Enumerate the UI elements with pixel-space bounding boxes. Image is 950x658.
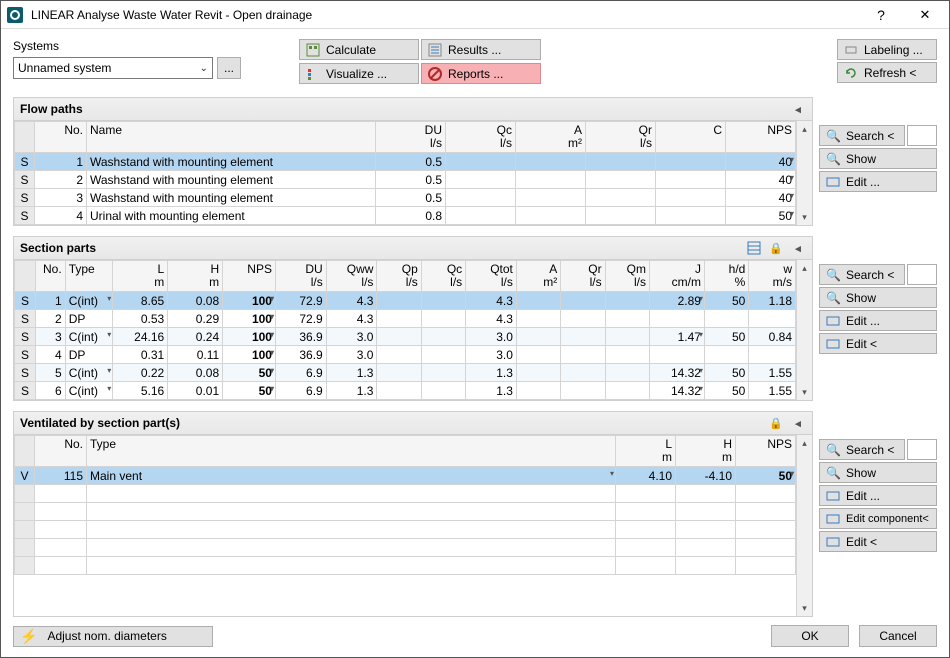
table-row[interactable]: V115Main vent4.10-4.1050 [15,467,796,485]
fp-show-button[interactable]: 🔍Show [819,148,937,169]
table-row[interactable]: S2Washstand with mounting element0.540 [15,171,796,189]
adjust-diameters-button[interactable]: ⚡ Adjust nom. diameters [13,626,213,647]
vt-search-button[interactable]: 🔍Search < [819,439,905,460]
sp-edit2-button[interactable]: Edit < [819,333,937,354]
edit-icon [826,489,840,503]
systems-label: Systems [13,39,241,53]
table-row[interactable]: S1C(int)8.650.0810072.94.34.32.89501.18 [15,292,796,310]
edit-icon [826,535,840,549]
vt-show-button[interactable]: 🔍Show [819,462,937,483]
sp-search-input[interactable] [907,264,937,285]
refresh-button[interactable]: Refresh < [837,62,937,83]
lock-icon[interactable]: 🔒 [768,415,784,431]
vt-search-input[interactable] [907,439,937,460]
calculate-icon [306,43,320,57]
flowpaths-scrollbar[interactable]: ▴▾ [796,121,812,225]
sp-show-button[interactable]: 🔍Show [819,287,937,308]
chevron-down-icon: ⌄ [200,63,208,74]
reports-icon [428,67,442,81]
labeling-icon [844,43,858,57]
sectionparts-header[interactable]: Section parts 🔒 ◂ [13,236,813,260]
fp-search-button[interactable]: 🔍Search < [819,125,905,146]
fp-search-input[interactable] [907,125,937,146]
results-button[interactable]: Results ... [421,39,541,60]
sectionparts-scrollbar[interactable]: ▴▾ [796,260,812,400]
ok-button[interactable]: OK [771,625,849,647]
titlebar: LINEAR Analyse Waste Water Revit - Open … [1,1,949,29]
cancel-button[interactable]: Cancel [859,625,937,647]
edit-icon [826,314,840,328]
collapse-icon[interactable]: ◂ [790,101,806,117]
calculate-button[interactable]: Calculate [299,39,419,60]
search-icon: 🔍 [826,268,840,282]
flowpaths-table[interactable]: No. Name DUl/s Qcl/s Am² Qrl/s C NPS S1W… [14,121,796,225]
sectionparts-table[interactable]: No. Type Lm Hm NPS DUl/s Qwwl/s Qpl/s Qc… [14,260,796,400]
systems-selected: Unnamed system [18,61,111,75]
grid-options-icon[interactable] [746,240,762,256]
table-row[interactable] [15,485,796,503]
magnifier-icon: 🔍 [826,291,840,305]
results-icon [428,43,442,57]
edit-icon [826,337,840,351]
table-row[interactable]: S6C(int)5.160.01506.91.31.314.32501.55 [15,382,796,400]
close-button[interactable]: ✕ [903,1,947,29]
search-icon: 🔍 [826,129,840,143]
lock-icon[interactable]: 🔒 [768,240,784,256]
table-row[interactable] [15,521,796,539]
edit-icon [826,175,840,189]
search-icon: 🔍 [826,443,840,457]
systems-combo[interactable]: Unnamed system ⌄ [13,57,213,79]
vt-editcomp-button[interactable]: Edit component< [819,508,937,529]
visualize-icon [306,67,320,81]
refresh-icon [844,66,858,80]
flowpaths-header[interactable]: Flow paths ◂ [13,97,813,121]
edit-icon [826,512,840,526]
vt-edit-button[interactable]: Edit ... [819,485,937,506]
reports-button[interactable]: Reports ... [421,63,541,84]
systems-more-button[interactable]: ... [217,57,241,79]
table-row[interactable] [15,557,796,575]
table-row[interactable] [15,503,796,521]
vt-edit2-button[interactable]: Edit < [819,531,937,552]
table-row[interactable]: S3C(int)24.160.2410036.93.03.01.47500.84 [15,328,796,346]
table-row[interactable]: S3Washstand with mounting element0.540 [15,189,796,207]
table-row[interactable]: S5C(int)0.220.08506.91.31.314.32501.55 [15,364,796,382]
visualize-button[interactable]: Visualize ... [299,63,419,84]
magnifier-icon: 🔍 [826,466,840,480]
sp-edit-button[interactable]: Edit ... [819,310,937,331]
collapse-icon[interactable]: ◂ [790,415,806,431]
ventilated-header[interactable]: Ventilated by section part(s) 🔒 ◂ [13,411,813,435]
table-row[interactable]: S4Urinal with mounting element0.850 [15,207,796,225]
sp-search-button[interactable]: 🔍Search < [819,264,905,285]
window-title: LINEAR Analyse Waste Water Revit - Open … [31,8,859,22]
magnifier-icon: 🔍 [826,152,840,166]
labeling-button[interactable]: Labeling ... [837,39,937,60]
table-row[interactable] [15,539,796,557]
fp-edit-button[interactable]: Edit ... [819,171,937,192]
help-button[interactable]: ? [859,1,903,29]
ventilated-scrollbar[interactable]: ▴▾ [796,435,812,616]
ventilated-table[interactable]: No. Type Lm Hm NPS V115Main vent4.10-4.1… [14,435,796,575]
app-icon [7,7,23,23]
collapse-icon[interactable]: ◂ [790,240,806,256]
flash-icon: ⚡ [20,628,37,645]
table-row[interactable]: S1Washstand with mounting element0.540 [15,153,796,171]
table-row[interactable]: S4DP0.310.1110036.93.03.0 [15,346,796,364]
table-row[interactable]: S2DP0.530.2910072.94.34.3 [15,310,796,328]
